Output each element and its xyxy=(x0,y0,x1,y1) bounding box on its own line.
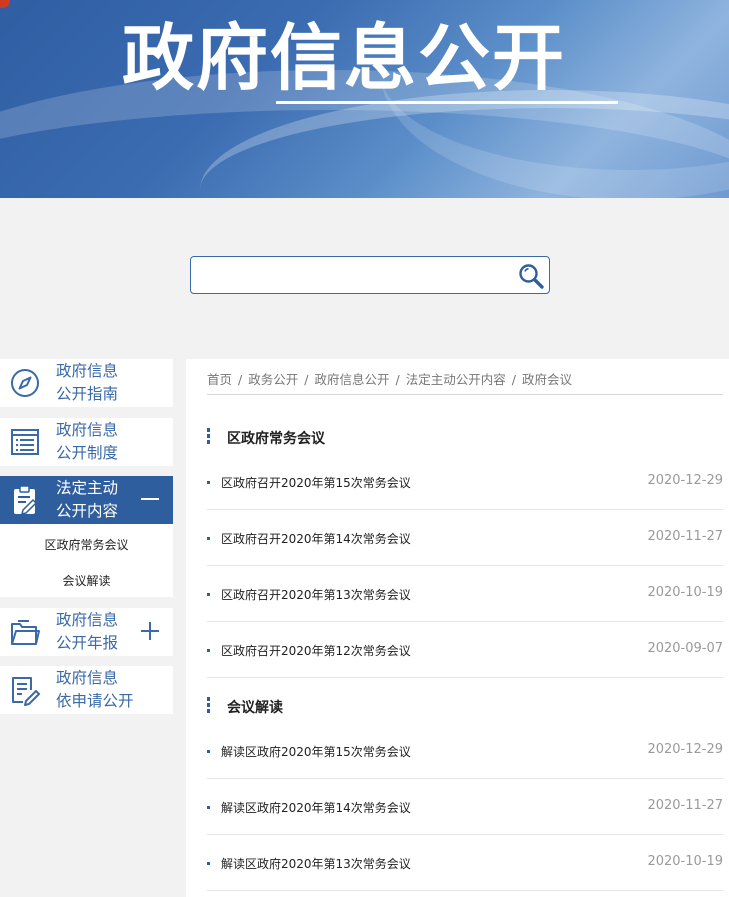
search-icon xyxy=(519,264,544,289)
list-item-date: 2020-11-27 xyxy=(647,529,723,544)
search-box xyxy=(190,256,550,294)
list-item-date: 2020-10-19 xyxy=(647,585,723,600)
expand-icon[interactable] xyxy=(139,620,161,642)
list-item[interactable]: 解读区政府2020年第15次常务会议 2020-12-29 xyxy=(207,723,723,779)
bullet xyxy=(207,750,210,753)
clipboard-edit-icon xyxy=(14,485,38,516)
list-item[interactable]: 区政府召开2020年第12次常务会议 2020-09-07 xyxy=(207,622,723,678)
bullet xyxy=(207,537,210,540)
breadcrumb-item[interactable]: 政务公开 xyxy=(248,372,298,387)
list-item-date: 2020-12-29 xyxy=(647,473,723,488)
bullet xyxy=(207,806,210,809)
list-item-title[interactable]: 解读区政府2020年第15次常务会议 xyxy=(221,743,411,760)
breadcrumb-item[interactable]: 政府信息公开 xyxy=(314,372,389,387)
bullet xyxy=(207,481,210,484)
list-item-title[interactable]: 区政府召开2020年第15次常务会议 xyxy=(221,474,411,491)
list-item[interactable]: 区政府召开2020年第13次常务会议 2020-10-19 xyxy=(207,566,723,622)
search-input[interactable] xyxy=(199,263,499,287)
list-icon xyxy=(11,429,39,455)
main-content: 首页 / 政务公开 / 政府信息公开 / 法定主动公开内容 / 政府会议 区政府常务会议 区政府… xyxy=(186,359,729,897)
title-underline xyxy=(276,101,618,104)
list-item-date: 2020-09-07 xyxy=(647,641,723,656)
list-item[interactable]: 区政府召开2020年第14次常务会议 2020-11-27 xyxy=(207,510,723,566)
search-button[interactable] xyxy=(517,262,545,290)
breadcrumb: 首页 / 政务公开 / 政府信息公开 / 法定主动公开内容 / 政府会议 xyxy=(207,369,572,388)
sidebar-item-guide[interactable]: 政府信息 公开指南 xyxy=(0,359,173,407)
list-item-date: 2020-11-27 xyxy=(647,798,723,813)
list-item[interactable]: 区政府召开2020年第15次常务会议 2020-12-29 xyxy=(207,454,723,510)
sidebar-item-proactive[interactable]: 法定主动 公开内容 xyxy=(0,476,173,524)
sidebar-item-application[interactable]: 政府信息 依申请公开 xyxy=(0,666,173,714)
sidebar-item-annual-report[interactable]: 政府信息 公开年报 xyxy=(0,608,173,656)
list-item-title[interactable]: 区政府召开2020年第13次常务会议 xyxy=(221,586,411,603)
list-item-date: 2020-12-29 xyxy=(647,742,723,757)
list-item[interactable]: 解读区政府2020年第14次常务会议 2020-11-27 xyxy=(207,779,723,835)
submenu-item-meeting-interpretation[interactable]: 会议解读 xyxy=(0,572,173,589)
list-item-title[interactable]: 区政府召开2020年第12次常务会议 xyxy=(221,642,411,659)
list-item-title[interactable]: 解读区政府2020年第14次常务会议 xyxy=(221,799,411,816)
sidebar-item-label: 政府信息 公开指南 xyxy=(56,362,119,403)
header-banner: 政府信息公开 xyxy=(0,0,729,198)
sidebar-item-system[interactable]: 政府信息 公开制度 xyxy=(0,418,173,466)
list-item-date: 2020-10-19 xyxy=(647,854,723,869)
compass-icon xyxy=(11,369,39,397)
breadcrumb-separator: / xyxy=(511,372,516,387)
section-title: 区政府常务会议 xyxy=(227,431,325,447)
collapse-icon[interactable] xyxy=(139,488,161,510)
bullet xyxy=(207,593,210,596)
section-title: 会议解读 xyxy=(227,700,283,716)
bullet xyxy=(207,649,210,652)
bullet xyxy=(207,862,210,865)
breadcrumb-separator: / xyxy=(395,372,400,387)
list-item-title[interactable]: 区政府召开2020年第14次常务会议 xyxy=(221,530,411,547)
emblem-icon xyxy=(0,0,10,8)
submenu-item-standing-meeting[interactable]: 区政府常务会议 xyxy=(0,536,173,553)
breadcrumb-divider xyxy=(207,394,723,395)
sidebar-submenu: 区政府常务会议 会议解读 xyxy=(0,524,173,597)
breadcrumb-home[interactable]: 首页 xyxy=(207,372,232,387)
sidebar-item-label: 法定主动 公开内容 xyxy=(56,479,119,520)
folder-icon xyxy=(11,620,40,645)
document-edit-icon xyxy=(12,677,40,706)
sidebar-item-label: 政府信息 公开年报 xyxy=(56,611,119,652)
list-item-title[interactable]: 解读区政府2020年第13次常务会议 xyxy=(221,855,411,872)
breadcrumb-current[interactable]: 政府会议 xyxy=(522,372,572,387)
breadcrumb-separator: / xyxy=(304,372,309,387)
breadcrumb-item[interactable]: 法定主动公开内容 xyxy=(406,372,506,387)
sidebar-item-label: 政府信息 公开制度 xyxy=(56,421,119,462)
sidebar-item-label: 政府信息 依申请公开 xyxy=(56,669,134,710)
list-item[interactable]: 解读区政府2020年第13次常务会议 2020-10-19 xyxy=(207,835,723,891)
breadcrumb-separator: / xyxy=(238,372,243,387)
page-title: 政府信息公开 xyxy=(122,16,567,100)
